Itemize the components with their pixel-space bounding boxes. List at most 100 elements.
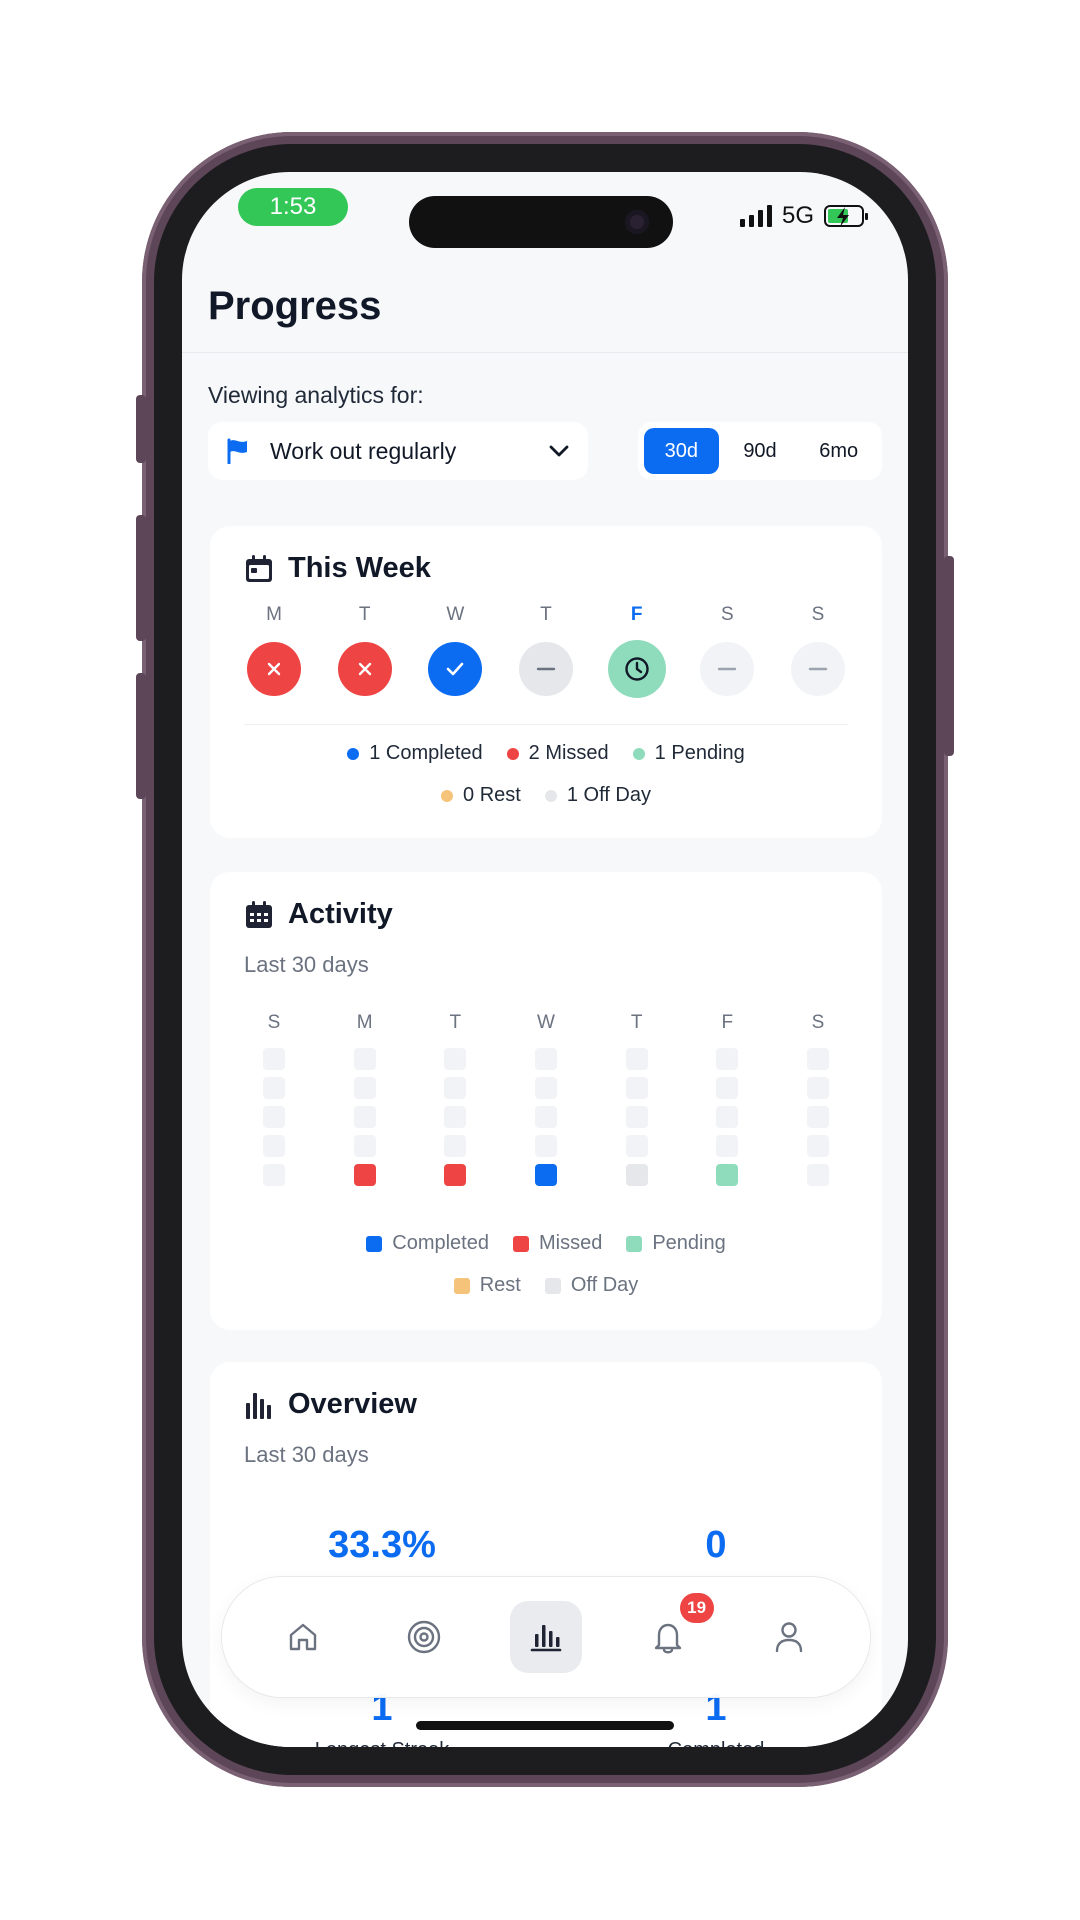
day-monday[interactable]: M xyxy=(244,604,304,698)
activity-card: Activity Last 30 days S M T W T F S Comp… xyxy=(210,872,882,1330)
heatmap-column xyxy=(335,1048,395,1186)
tab-home[interactable] xyxy=(267,1601,339,1673)
notification-badge: 19 xyxy=(679,1593,714,1623)
week-legend-row-2: 0 Rest 1 Off Day xyxy=(210,784,882,807)
legend-pending: Pending xyxy=(626,1232,726,1255)
camera-icon xyxy=(625,210,649,234)
heatmap-cell[interactable] xyxy=(444,1077,467,1099)
heatmap-cell[interactable] xyxy=(263,1164,285,1186)
legend-pending-label: Pending xyxy=(652,1232,726,1254)
activity-legend-row-2: Rest Off Day xyxy=(210,1274,882,1297)
heatmap-cell[interactable] xyxy=(806,1077,829,1099)
volume-down-button xyxy=(136,673,146,799)
heatmap-cell-off[interactable] xyxy=(625,1164,648,1186)
range-30d-button[interactable]: 30d xyxy=(644,428,719,474)
tab-goals[interactable] xyxy=(388,1601,460,1673)
heatmap-cell[interactable] xyxy=(625,1135,648,1157)
heatmap-cell[interactable] xyxy=(716,1077,739,1099)
heatmap-cell[interactable] xyxy=(353,1077,376,1099)
range-90d-button[interactable]: 90d xyxy=(723,428,798,474)
this-week-title: This Week xyxy=(288,552,431,584)
heatmap-cell[interactable] xyxy=(625,1077,648,1099)
heatmap-cell[interactable] xyxy=(263,1106,285,1128)
stat-label: Completed xyxy=(616,1739,816,1747)
overview-title: Overview xyxy=(288,1388,417,1420)
activity-header: Activity xyxy=(244,898,393,931)
dash-icon xyxy=(518,642,573,696)
day-label: S xyxy=(811,604,825,625)
heatmap-cell-missed[interactable] xyxy=(444,1164,467,1186)
bar-chart-icon xyxy=(530,1625,562,1652)
target-icon xyxy=(408,1620,441,1654)
day-thursday[interactable]: T xyxy=(516,604,576,698)
home-indicator[interactable] xyxy=(416,1721,674,1730)
heatmap-cell[interactable] xyxy=(263,1135,285,1157)
bottom-tab-bar: 19 xyxy=(222,1577,870,1697)
heatmap-cell[interactable] xyxy=(534,1106,557,1128)
heatmap-cell-missed[interactable] xyxy=(353,1164,376,1186)
heatmap-day-header: W xyxy=(537,1012,555,1033)
heatmap-cell-pending[interactable] xyxy=(716,1164,739,1186)
tab-notifications[interactable]: 19 xyxy=(632,1593,714,1673)
chevron-down-icon xyxy=(549,445,569,457)
legend-off-label: 1 Off Day xyxy=(566,784,651,806)
heatmap-cell[interactable] xyxy=(534,1048,557,1070)
legend-rest: 0 Rest xyxy=(441,784,521,807)
heatmap-cell[interactable] xyxy=(534,1077,557,1099)
status-indicators: 5G xyxy=(739,202,868,230)
day-wednesday[interactable]: W xyxy=(425,604,485,698)
heatmap-cell[interactable] xyxy=(263,1048,285,1070)
stat-value: 33.3% xyxy=(328,1524,436,1566)
action-button xyxy=(136,395,146,463)
day-tuesday[interactable]: T xyxy=(335,604,395,698)
activity-legend-row-1: Completed Missed Pending xyxy=(210,1232,882,1255)
heatmap-cell[interactable] xyxy=(444,1135,467,1157)
activity-heatmap: S M T W T F S xyxy=(244,1012,848,1186)
heatmap-cell[interactable] xyxy=(716,1048,739,1070)
header-divider xyxy=(182,352,908,353)
heatmap-column xyxy=(607,1048,667,1186)
legend-completed: 1 Completed xyxy=(347,742,483,765)
heatmap-cell[interactable] xyxy=(444,1106,467,1128)
missed-icon xyxy=(247,642,301,696)
heatmap-cell[interactable] xyxy=(353,1135,376,1157)
week-legend-row-1: 1 Completed 2 Missed 1 Pending xyxy=(210,742,882,765)
heatmap-cell[interactable] xyxy=(263,1077,285,1099)
day-friday[interactable]: F xyxy=(607,604,667,698)
heatmap-cell[interactable] xyxy=(625,1106,648,1128)
heatmap-cell[interactable] xyxy=(353,1048,376,1070)
heatmap-cell[interactable] xyxy=(716,1106,739,1128)
overview-header: Overview xyxy=(244,1388,417,1421)
bell-icon xyxy=(654,1623,681,1654)
heatmap-cell[interactable] xyxy=(444,1048,467,1070)
heatmap-cell[interactable] xyxy=(806,1048,829,1070)
heatmap-column xyxy=(244,1048,304,1186)
day-label: T xyxy=(540,604,552,625)
heatmap-cell[interactable] xyxy=(806,1164,829,1186)
calendar-icon xyxy=(246,554,272,582)
heatmap-cell[interactable] xyxy=(806,1106,829,1128)
tab-profile[interactable] xyxy=(753,1601,825,1673)
day-label: M xyxy=(266,604,282,625)
goal-selector-value: Work out regularly xyxy=(270,437,457,464)
activity-subtitle: Last 30 days xyxy=(244,952,369,977)
legend-missed: Missed xyxy=(512,1232,602,1255)
heatmap-day-header: M xyxy=(356,1012,373,1033)
heatmap-cell[interactable] xyxy=(625,1048,648,1070)
legend-rest-label: 0 Rest xyxy=(463,784,521,806)
stat-value: 0 xyxy=(705,1524,727,1566)
legend-rest-label: Rest xyxy=(479,1274,521,1296)
day-label-today: F xyxy=(630,604,643,625)
day-sunday[interactable]: S xyxy=(788,604,848,698)
tab-progress[interactable] xyxy=(509,1601,582,1673)
day-saturday[interactable]: S xyxy=(697,604,757,698)
goal-selector[interactable]: Work out regularly xyxy=(208,422,588,480)
heatmap-cell-completed[interactable] xyxy=(534,1164,557,1186)
heatmap-cell[interactable] xyxy=(716,1135,739,1157)
heatmap-cell[interactable] xyxy=(806,1135,829,1157)
range-6mo-button[interactable]: 6mo xyxy=(801,428,876,474)
heatmap-cell[interactable] xyxy=(534,1135,557,1157)
power-button xyxy=(944,556,954,756)
this-week-header: This Week xyxy=(244,552,431,585)
heatmap-cell[interactable] xyxy=(353,1106,376,1128)
